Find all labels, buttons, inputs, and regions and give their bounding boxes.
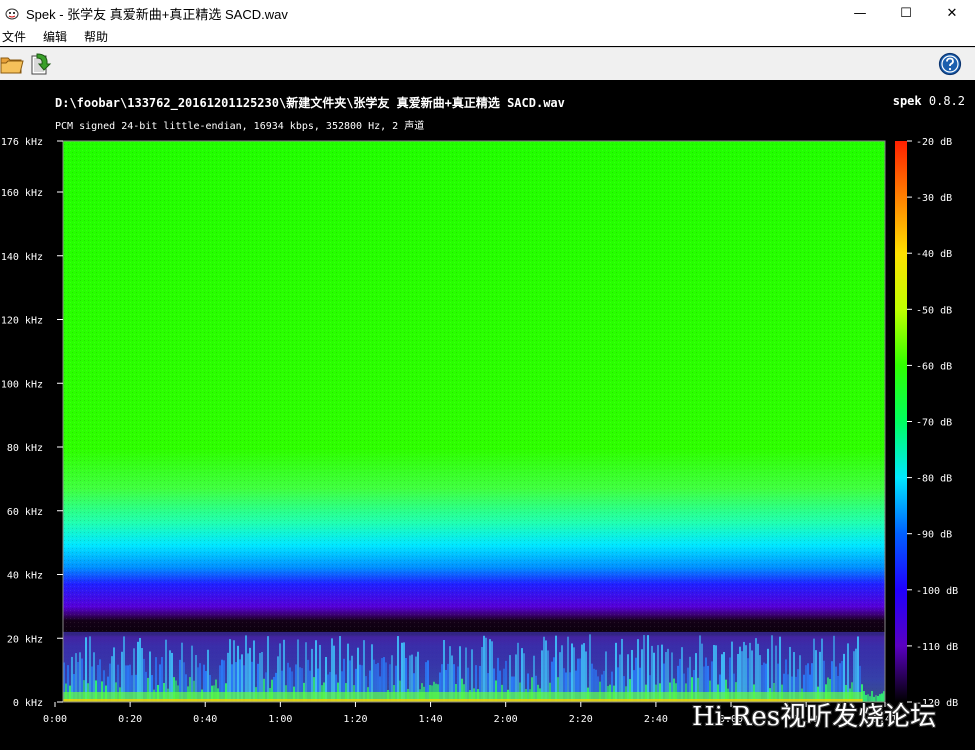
y-tick-label: 20 kHz: [7, 634, 43, 645]
app-version: 0.8.2: [928, 94, 965, 108]
colorbar-tick-label: -100 dB: [916, 586, 958, 597]
help-circle-icon[interactable]: [938, 52, 962, 76]
menu-help[interactable]: 帮助: [82, 28, 115, 45]
y-tick-label: 40 kHz: [7, 571, 43, 582]
colorbar: [895, 141, 907, 702]
save-arrow-icon[interactable]: [28, 52, 52, 76]
music-band-column: [643, 635, 645, 702]
music-band-column: [647, 635, 649, 702]
x-tick-label: 2:40: [644, 714, 668, 725]
menu-bar: 文件 编辑 帮助: [0, 26, 975, 46]
colorbar-tick-label: -50 dB: [916, 305, 952, 316]
stream-info: PCM signed 24-bit little-endian, 16934 k…: [55, 121, 425, 132]
y-tick-label: 80 kHz: [7, 443, 43, 454]
colorbar-axis: -20 dB -30 dB -40 dB -50 dB -60 dB -70 dB -80 …: [907, 137, 958, 709]
title-bar: Spek - 张学友 真爱新曲+真正精选 SACD.wav — ☐ ✕: [0, 0, 975, 26]
y-tick-label: 140 kHz: [1, 252, 43, 263]
x-tick-label: 0:40: [193, 714, 217, 725]
y-tick-label: 120 kHz: [1, 316, 43, 327]
watermark: Hi-Res视听发烧论坛: [692, 702, 937, 732]
toolbar: [0, 47, 975, 80]
minimize-button[interactable]: —: [837, 0, 883, 26]
y-tick-label: 160 kHz: [1, 188, 43, 199]
x-tick-label: 2:20: [569, 714, 593, 725]
music-band-column: [771, 635, 773, 702]
menu-file[interactable]: 文件: [0, 28, 33, 45]
x-tick-label: 1:00: [268, 714, 292, 725]
colorbar-tick-label: -40 dB: [916, 249, 952, 260]
file-path: D:\foobar\133762_20161201125230\新建文件夹\张学…: [55, 96, 565, 110]
frequency-axis: 176 kHz 160 kHz 140 kHz 120 kHz 100 kHz 80 kH…: [1, 137, 63, 709]
close-button[interactable]: ✕: [929, 0, 975, 26]
spectrogram-panel: D:\foobar\133762_20161201125230\新建文件夹\张学…: [0, 80, 975, 750]
colorbar-tick-label: -30 dB: [916, 193, 952, 204]
colorbar-tick-label: -110 dB: [916, 642, 958, 653]
spek-app-icon: [5, 8, 19, 20]
x-tick-label: 0:00: [43, 714, 67, 725]
spectrogram-chart: 176 kHz 160 kHz 140 kHz 120 kHz 100 kHz 80 kH…: [1, 137, 958, 725]
colorbar-tick-label: -80 dB: [916, 474, 952, 485]
y-tick-label: 176 kHz: [1, 137, 43, 148]
x-tick-label: 1:40: [419, 714, 443, 725]
y-tick-label: 0 kHz: [13, 698, 43, 709]
colorbar-tick-label: -20 dB: [916, 137, 952, 148]
y-tick-label: 60 kHz: [7, 507, 43, 518]
app-version-label: spek 0.8.2: [893, 94, 965, 108]
menu-edit[interactable]: 编辑: [41, 28, 74, 45]
y-tick-label: 100 kHz: [1, 379, 43, 390]
x-tick-label: 1:20: [343, 714, 367, 725]
window-title: Spek - 张学友 真爱新曲+真正精选 SACD.wav: [26, 6, 288, 22]
x-tick-label: 2:00: [494, 714, 518, 725]
music-band: [63, 631, 885, 702]
x-tick-label: 0:20: [118, 714, 142, 725]
maximize-button[interactable]: ☐: [883, 0, 929, 26]
spectrogram-grain: [63, 141, 885, 702]
colorbar-tick-label: -70 dB: [916, 418, 952, 429]
app-name: spek: [892, 94, 922, 108]
music-band-column: [589, 634, 591, 702]
colorbar-tick-label: -90 dB: [916, 530, 952, 541]
colorbar-tick-label: -60 dB: [916, 361, 952, 372]
folder-open-icon[interactable]: [0, 52, 24, 76]
